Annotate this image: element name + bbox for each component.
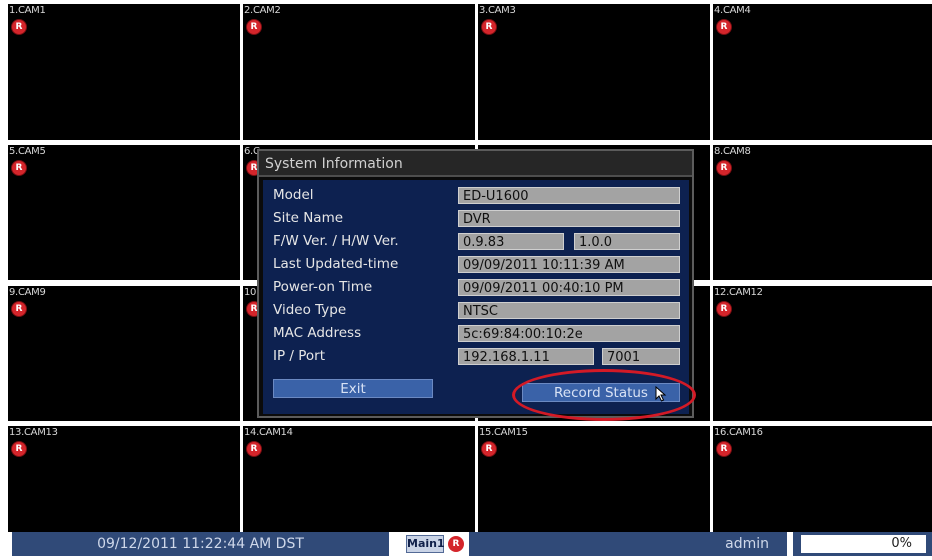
ip-address-field: 192.168.1.11 (458, 348, 594, 365)
record-indicator-icon: R (717, 442, 731, 456)
row-label: Last Updated-time (273, 256, 399, 272)
record-indicator-icon: R (448, 536, 464, 552)
row-label: Model (273, 187, 314, 203)
site-name-field: DVR (458, 210, 680, 227)
camera-label: 3.CAM3 (479, 5, 516, 16)
record-indicator-icon: R (12, 20, 26, 34)
info-row-model: Model ED-U1600 (263, 184, 689, 207)
info-row-ip-port: IP / Port 192.168.1.11 7001 (263, 345, 689, 368)
video-type-field: NTSC (458, 302, 680, 319)
camera-label: 15.CAM15 (479, 427, 528, 438)
status-user: admin (469, 532, 787, 556)
row-label: MAC Address (273, 325, 362, 341)
row-label: Power-on Time (273, 279, 373, 295)
power-on-time-field: 09/09/2011 00:40:10 PM (458, 279, 680, 296)
highlight-circle (512, 369, 696, 421)
status-percent-panel: 0% (793, 532, 932, 556)
disk-usage-percent: 0% (801, 535, 926, 553)
camera-label: 14.CAM14 (244, 427, 293, 438)
firmware-version-field: 0.9.83 (458, 233, 564, 250)
dialog-title: System Information (259, 151, 692, 177)
record-indicator-icon: R (247, 442, 261, 456)
camera-label: 5.CAM5 (9, 146, 46, 157)
camera-tile-4[interactable]: 4.CAM4 R (713, 4, 932, 140)
info-row-video-type: Video Type NTSC (263, 299, 689, 322)
camera-tile-14[interactable]: 14.CAM14 R (243, 426, 475, 532)
info-row-power-on: Power-on Time 09/09/2011 00:40:10 PM (263, 276, 689, 299)
record-indicator-icon: R (12, 302, 26, 316)
camera-tile-16[interactable]: 16.CAM16 R (713, 426, 932, 532)
camera-label: 8.CAM8 (714, 146, 751, 157)
camera-label: 4.CAM4 (714, 5, 751, 16)
record-indicator-icon: R (12, 161, 26, 175)
display-mode-badge[interactable]: Main1 (406, 535, 445, 553)
camera-tile-1[interactable]: 1.CAM1 R (8, 4, 240, 140)
status-datetime: 09/12/2011 11:22:44 AM DST (12, 532, 389, 556)
row-label: F/W Ver. / H/W Ver. (273, 233, 399, 249)
row-label: Site Name (273, 210, 344, 226)
record-indicator-icon: R (717, 302, 731, 316)
info-row-site-name: Site Name DVR (263, 207, 689, 230)
row-label: Video Type (273, 302, 347, 318)
record-indicator-icon: R (717, 20, 731, 34)
last-updated-field: 09/09/2011 10:11:39 AM (458, 256, 680, 273)
camera-label: 16.CAM16 (714, 427, 763, 438)
record-indicator-icon: R (482, 20, 496, 34)
camera-tile-2[interactable]: 2.CAM2 R (243, 4, 475, 140)
camera-label: 2.CAM2 (244, 5, 281, 16)
camera-tile-5[interactable]: 5.CAM5 R (8, 145, 240, 280)
camera-tile-15[interactable]: 15.CAM15 R (478, 426, 710, 532)
mouse-cursor-icon (655, 386, 667, 402)
camera-label: 10 (244, 287, 257, 298)
camera-label: 9.CAM9 (9, 287, 46, 298)
camera-tile-8[interactable]: 8.CAM8 R (713, 145, 932, 280)
hardware-version-field: 1.0.0 (574, 233, 680, 250)
row-label: IP / Port (273, 348, 326, 364)
exit-button[interactable]: Exit (273, 379, 433, 398)
model-field: ED-U1600 (458, 187, 680, 204)
record-indicator-icon: R (247, 20, 261, 34)
camera-tile-13[interactable]: 13.CAM13 R (8, 426, 240, 532)
info-row-last-updated: Last Updated-time 09/09/2011 10:11:39 AM (263, 253, 689, 276)
camera-tile-12[interactable]: 12.CAM12 R (713, 286, 932, 421)
port-field: 7001 (602, 348, 680, 365)
record-indicator-icon: R (12, 442, 26, 456)
camera-tile-3[interactable]: 3.CAM3 R (478, 4, 710, 140)
camera-label: 13.CAM13 (9, 427, 58, 438)
info-row-version: F/W Ver. / H/W Ver. 0.9.83 1.0.0 (263, 230, 689, 253)
camera-label: 12.CAM12 (714, 287, 763, 298)
record-indicator-icon: R (482, 442, 496, 456)
camera-tile-9[interactable]: 9.CAM9 R (8, 286, 240, 421)
mac-address-field: 5c:69:84:00:10:2e (458, 325, 680, 342)
record-indicator-icon: R (717, 161, 731, 175)
info-row-mac: MAC Address 5c:69:84:00:10:2e (263, 322, 689, 345)
camera-label: 1.CAM1 (9, 5, 46, 16)
